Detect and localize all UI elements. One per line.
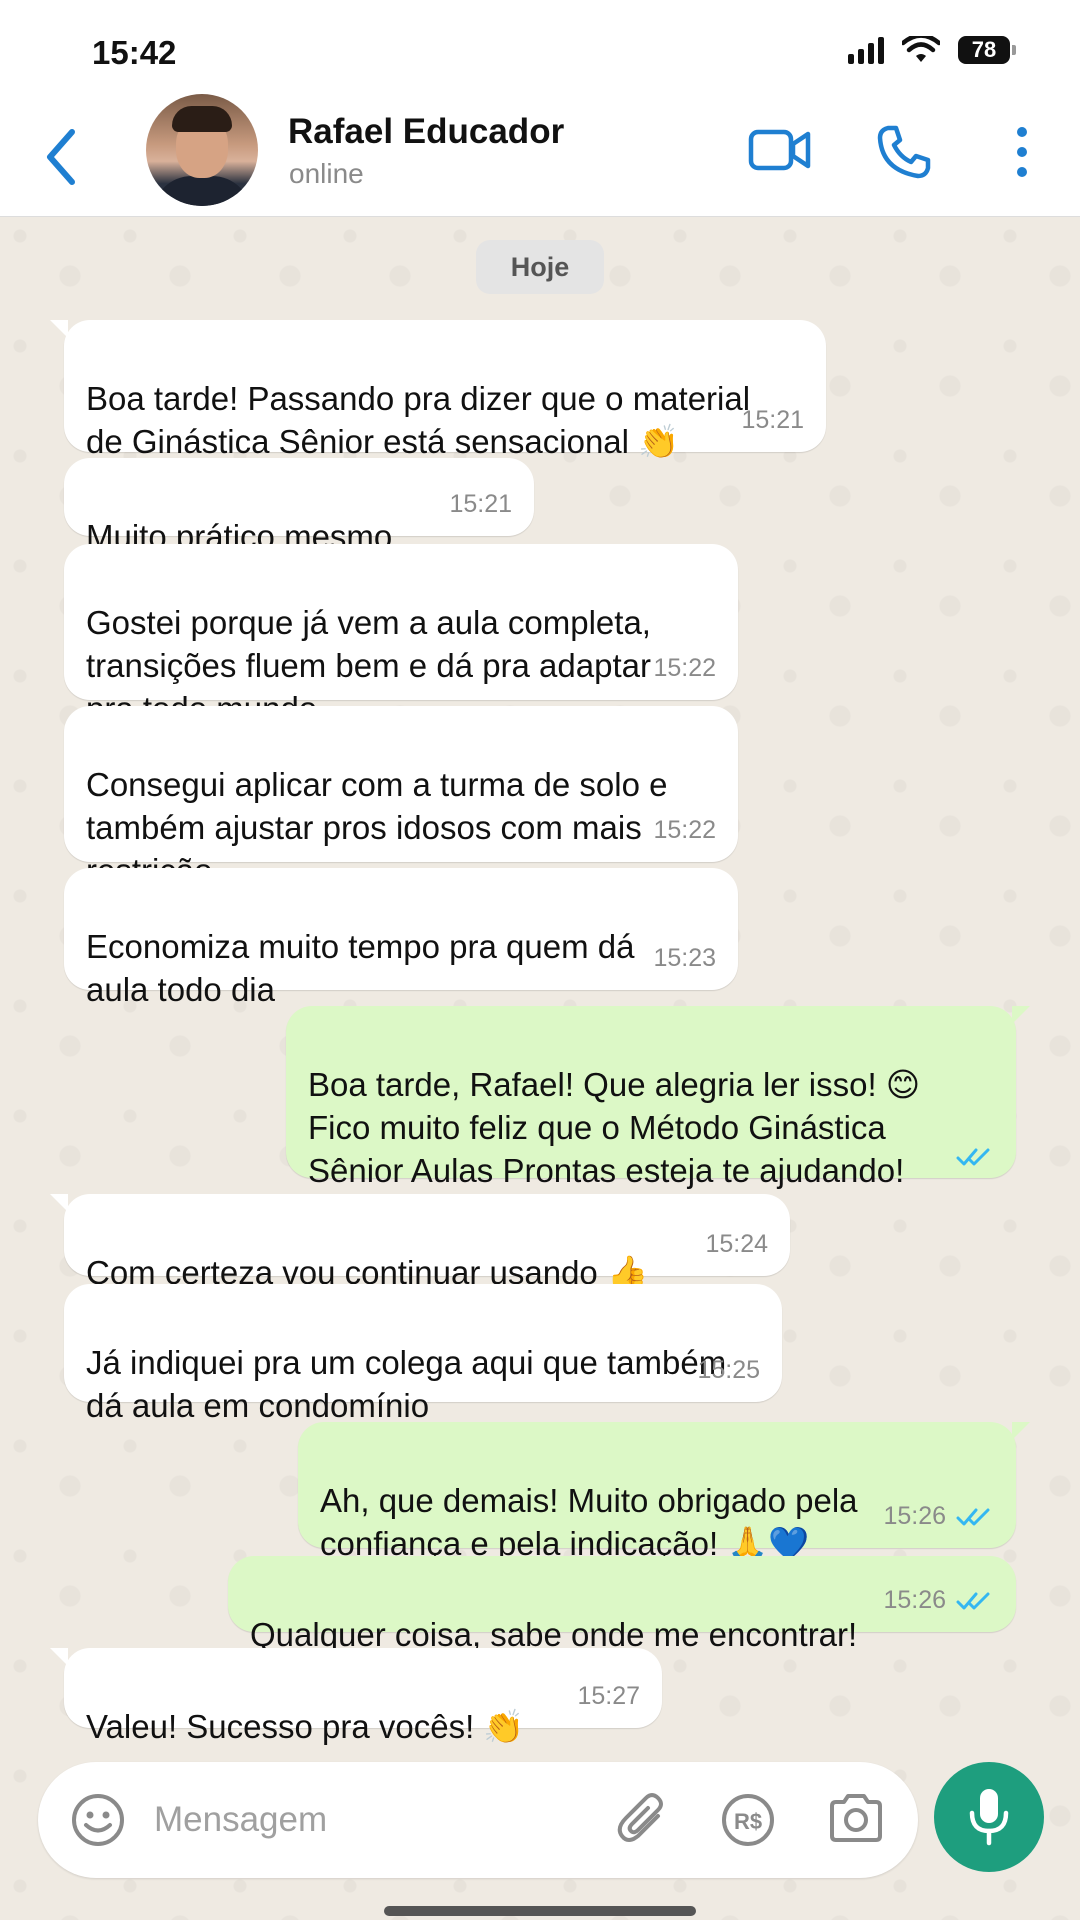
message-incoming[interactable]: Muito prático mesmo 15:21 (64, 458, 534, 555)
message-meta: 15:24 (705, 1223, 768, 1266)
emoji-icon[interactable] (70, 1792, 126, 1848)
double-check-icon (956, 1592, 990, 1609)
chat-screen: 15:42 78 Rafael Educador online Hoje Boa… (0, 0, 1080, 1920)
message-incoming[interactable]: Economiza muito tempo pra quem dá aula t… (64, 868, 738, 1008)
message-text: Boa tarde, Rafael! Que alegria ler isso!… (308, 1066, 921, 1189)
message-incoming[interactable]: Já indiquei pra um colega aqui que també… (64, 1284, 782, 1424)
contact-name[interactable]: Rafael Educador (288, 112, 564, 152)
message-outgoing[interactable]: Qualquer coisa, sabe onde me encontrar! … (228, 1556, 1016, 1653)
microphone-button[interactable] (934, 1762, 1044, 1872)
message-incoming[interactable]: Consegui aplicar com a turma de solo e t… (64, 706, 738, 889)
message-time: 15:25 (697, 1356, 760, 1384)
message-meta: 15:26 (883, 1579, 994, 1622)
real-currency-icon[interactable]: R$ (720, 1792, 776, 1848)
camera-icon[interactable] (828, 1792, 884, 1844)
message-time: 15:27 (577, 1682, 640, 1710)
more-vertical-icon[interactable] (1012, 126, 1032, 178)
message-meta (946, 1146, 994, 1168)
message-incoming[interactable]: Gostei porque já vem a aula completa, tr… (64, 544, 738, 727)
message-meta: 15:25 (697, 1349, 760, 1392)
video-camera-icon[interactable] (748, 126, 812, 176)
message-text: Ah, que demais! Muito obrigado pela conf… (320, 1482, 858, 1562)
paperclip-icon[interactable] (614, 1790, 670, 1850)
message-meta: 15:21 (449, 483, 512, 526)
message-text: Valeu! Sucesso pra vocês! 👏 (86, 1708, 525, 1745)
message-time: 15:21 (741, 406, 804, 434)
status-time: 15:42 (92, 34, 177, 71)
message-incoming[interactable]: Boa tarde! Passando pra dizer que o mate… (50, 320, 826, 460)
svg-text:R$: R$ (734, 1809, 762, 1834)
message-meta: 15:27 (577, 1675, 640, 1718)
double-check-icon (956, 1148, 990, 1166)
message-incoming[interactable]: Com certeza vou continuar usando 👍 15:24 (50, 1194, 790, 1291)
message-meta: 15:22 (653, 647, 716, 690)
message-meta: 15:26 (883, 1495, 994, 1538)
microphone-icon (969, 1789, 1009, 1846)
message-time: 15:22 (653, 654, 716, 682)
message-input[interactable]: Mensagem (154, 1800, 327, 1840)
wifi-icon (902, 36, 940, 62)
message-time: 15:22 (653, 816, 716, 844)
message-text: Boa tarde! Passando pra dizer que o mate… (86, 380, 751, 460)
message-time: 15:24 (705, 1230, 768, 1258)
avatar[interactable] (146, 94, 258, 206)
message-meta: 15:22 (653, 809, 716, 852)
message-time: 15:26 (883, 1586, 946, 1614)
message-meta: 15:21 (741, 399, 804, 442)
status-bar: 15:42 78 (0, 0, 1080, 96)
message-outgoing[interactable]: Ah, que demais! Muito obrigado pela conf… (298, 1422, 1030, 1562)
message-time: 15:23 (653, 944, 716, 972)
message-outgoing[interactable]: Boa tarde, Rafael! Que alegria ler isso!… (286, 1006, 1030, 1189)
chat-header: Rafael Educador online (0, 94, 1080, 217)
date-chip: Hoje (476, 240, 604, 294)
message-time: 15:21 (449, 490, 512, 518)
phone-icon[interactable] (876, 124, 932, 180)
status-icons: 78 (848, 36, 1016, 64)
message-meta: 15:23 (653, 937, 716, 980)
chevron-left-icon[interactable] (36, 122, 86, 192)
battery-indicator: 78 (958, 36, 1016, 64)
contact-status: online (289, 158, 364, 189)
signal-icon (848, 36, 884, 64)
home-indicator[interactable] (384, 1906, 696, 1916)
message-incoming[interactable]: Valeu! Sucesso pra vocês! 👏 15:27 (50, 1648, 662, 1745)
double-check-icon (956, 1508, 990, 1525)
message-time: 15:26 (883, 1502, 946, 1530)
